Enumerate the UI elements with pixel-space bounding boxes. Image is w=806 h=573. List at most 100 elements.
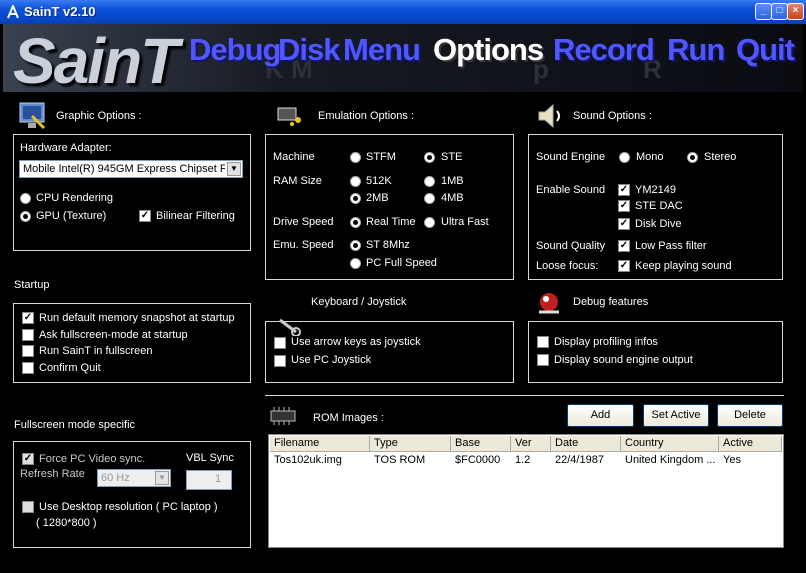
profiling-infos-label: Display profiling infos bbox=[554, 336, 658, 348]
rom-images-title: ROM Images : bbox=[313, 412, 384, 424]
menu-disk[interactable]: Disk bbox=[278, 32, 340, 68]
column-header-type[interactable]: Type bbox=[370, 436, 451, 452]
logo: SainT bbox=[13, 25, 179, 92]
rom-list[interactable]: Filename Type Base Ver Date Country Acti… bbox=[268, 434, 784, 548]
machine-radio-stfm[interactable] bbox=[350, 152, 361, 163]
rom-divider bbox=[265, 395, 784, 396]
menu-run[interactable]: Run bbox=[667, 32, 725, 68]
desktop-resolution-checkbox[interactable] bbox=[22, 501, 34, 513]
column-header-country[interactable]: Country bbox=[621, 436, 719, 452]
speaker-icon bbox=[538, 103, 560, 129]
startup-checkbox-run-fullscreen[interactable] bbox=[22, 345, 34, 357]
delete-button[interactable]: Delete bbox=[717, 404, 783, 427]
chevron-down-icon[interactable]: ▼ bbox=[155, 471, 169, 485]
bilinear-filtering-checkbox[interactable]: ✓ bbox=[139, 210, 151, 222]
force-video-sync-checkbox[interactable]: ✓ bbox=[22, 453, 34, 465]
close-button[interactable]: × bbox=[787, 3, 804, 20]
sound-engine-radio-mono[interactable] bbox=[619, 152, 630, 163]
startup-label-ask-fullscreen: Ask fullscreen-mode at startup bbox=[39, 329, 188, 341]
maximize-button[interactable]: □ bbox=[771, 3, 788, 20]
sound-engine-radio-stereo[interactable] bbox=[687, 152, 698, 163]
startup-label-run-fullscreen: Run SainT in fullscreen bbox=[39, 345, 153, 357]
cell-filename: Tos102uk.img bbox=[274, 454, 342, 466]
cell-country: United Kingdom ... bbox=[625, 454, 716, 466]
cell-base: $FC0000 bbox=[455, 454, 501, 466]
disk-dive-label: Disk Dive bbox=[635, 218, 682, 230]
cell-date: 22/4/1987 bbox=[555, 454, 604, 466]
keyboard-joystick-title: Keyboard / Joystick bbox=[311, 296, 407, 308]
ram-radio-1mb[interactable] bbox=[424, 176, 435, 187]
gpu-texture-radio[interactable] bbox=[20, 211, 31, 222]
add-button[interactable]: Add bbox=[567, 404, 634, 427]
loose-focus-label: Loose focus: bbox=[536, 260, 599, 272]
menu-menu[interactable]: Menu bbox=[343, 32, 421, 68]
emu-radio-st-8mhz[interactable] bbox=[350, 240, 361, 251]
machine-option-stfm: STFM bbox=[366, 151, 396, 163]
debug-features-title: Debug features bbox=[573, 296, 649, 308]
startup-checkbox-ask-fullscreen[interactable] bbox=[22, 329, 34, 341]
emu-option-st-8mhz: ST 8Mhz bbox=[366, 239, 410, 251]
drive-option-ultra-fast: Ultra Fast bbox=[441, 216, 489, 228]
startup-checkbox-snapshot[interactable]: ✓ bbox=[22, 312, 34, 324]
pc-joystick-label: Use PC Joystick bbox=[291, 354, 372, 366]
refresh-rate-label: Refresh Rate bbox=[20, 468, 85, 480]
ram-radio-512k[interactable] bbox=[350, 176, 361, 187]
sound-engine-output-label: Display sound engine output bbox=[554, 354, 693, 366]
keyboard-joystick-group bbox=[265, 321, 514, 383]
ram-radio-2mb[interactable] bbox=[350, 193, 361, 204]
column-header-active[interactable]: Active bbox=[719, 436, 782, 452]
rom-chip-icon bbox=[270, 407, 296, 425]
startup-label-snapshot: Run default memory snapshot at startup bbox=[39, 312, 235, 324]
drive-speed-label: Drive Speed bbox=[273, 216, 334, 228]
menu-quit[interactable]: Quit bbox=[736, 32, 795, 68]
ym2149-checkbox[interactable]: ✓ bbox=[618, 184, 630, 196]
hardware-adapter-select[interactable]: Mobile Intel(R) 945GM Express Chipset Fa… bbox=[19, 160, 243, 178]
title-bar: SainT v2.10 _ □ × bbox=[0, 0, 806, 24]
sound-quality-label: Sound Quality bbox=[536, 240, 606, 252]
arrow-keys-joystick-checkbox[interactable] bbox=[274, 337, 286, 349]
arrow-keys-joystick-label: Use arrow keys as joystick bbox=[291, 336, 421, 348]
drive-radio-ultra-fast[interactable] bbox=[424, 217, 435, 228]
fullscreen-title: Fullscreen mode specific bbox=[14, 419, 136, 431]
emulation-options-title: Emulation Options : bbox=[318, 110, 414, 122]
menu-debug[interactable]: Debug bbox=[189, 32, 281, 68]
chip-icon bbox=[277, 107, 301, 126]
drive-radio-real-time[interactable] bbox=[350, 217, 361, 228]
refresh-rate-select[interactable]: 60 Hz ▼ bbox=[97, 469, 171, 487]
low-pass-filter-checkbox[interactable]: ✓ bbox=[618, 240, 630, 252]
emu-radio-pc-full-speed[interactable] bbox=[350, 258, 361, 269]
ram-radio-4mb[interactable] bbox=[424, 193, 435, 204]
cell-active: Yes bbox=[723, 454, 741, 466]
sound-engine-output-checkbox[interactable] bbox=[537, 354, 549, 366]
machine-radio-ste[interactable] bbox=[424, 152, 435, 163]
cpu-rendering-radio[interactable] bbox=[20, 193, 31, 204]
gpu-texture-label: GPU (Texture) bbox=[36, 210, 107, 222]
column-header-ver[interactable]: Ver bbox=[511, 436, 551, 452]
keep-playing-sound-checkbox[interactable]: ✓ bbox=[618, 260, 630, 272]
refresh-rate-value: 60 Hz bbox=[101, 472, 130, 484]
ram-size-label: RAM Size bbox=[273, 175, 322, 187]
pc-joystick-checkbox[interactable] bbox=[274, 355, 286, 367]
startup-title: Startup bbox=[14, 279, 50, 291]
desktop-resolution-label: Use Desktop resolution ( PC laptop ) bbox=[39, 501, 218, 513]
column-header-date[interactable]: Date bbox=[551, 436, 621, 452]
enable-sound-label: Enable Sound bbox=[536, 184, 606, 196]
vbl-sync-stepper[interactable]: 1 bbox=[186, 470, 232, 490]
vbl-sync-label: VBL Sync bbox=[186, 452, 234, 464]
startup-checkbox-confirm-quit[interactable] bbox=[22, 362, 34, 374]
ste-dac-checkbox[interactable]: ✓ bbox=[618, 200, 630, 212]
bug-icon bbox=[539, 293, 559, 314]
cpu-rendering-label: CPU Rendering bbox=[36, 192, 114, 204]
menu-options[interactable]: Options bbox=[433, 32, 544, 68]
menu-record[interactable]: Record bbox=[553, 32, 655, 68]
bilinear-filtering-label: Bilinear Filtering bbox=[156, 210, 235, 222]
column-header-filename[interactable]: Filename bbox=[270, 436, 370, 452]
disk-dive-checkbox[interactable]: ✓ bbox=[618, 218, 630, 230]
profiling-infos-checkbox[interactable] bbox=[537, 336, 549, 348]
chevron-down-icon[interactable]: ▼ bbox=[227, 162, 241, 176]
sound-engine-option-mono: Mono bbox=[636, 151, 664, 163]
set-active-button[interactable]: Set Active bbox=[643, 404, 709, 427]
column-header-base[interactable]: Base bbox=[451, 436, 511, 452]
desktop-resolution-value: ( 1280*800 ) bbox=[36, 517, 97, 529]
minimize-button[interactable]: _ bbox=[755, 3, 772, 20]
